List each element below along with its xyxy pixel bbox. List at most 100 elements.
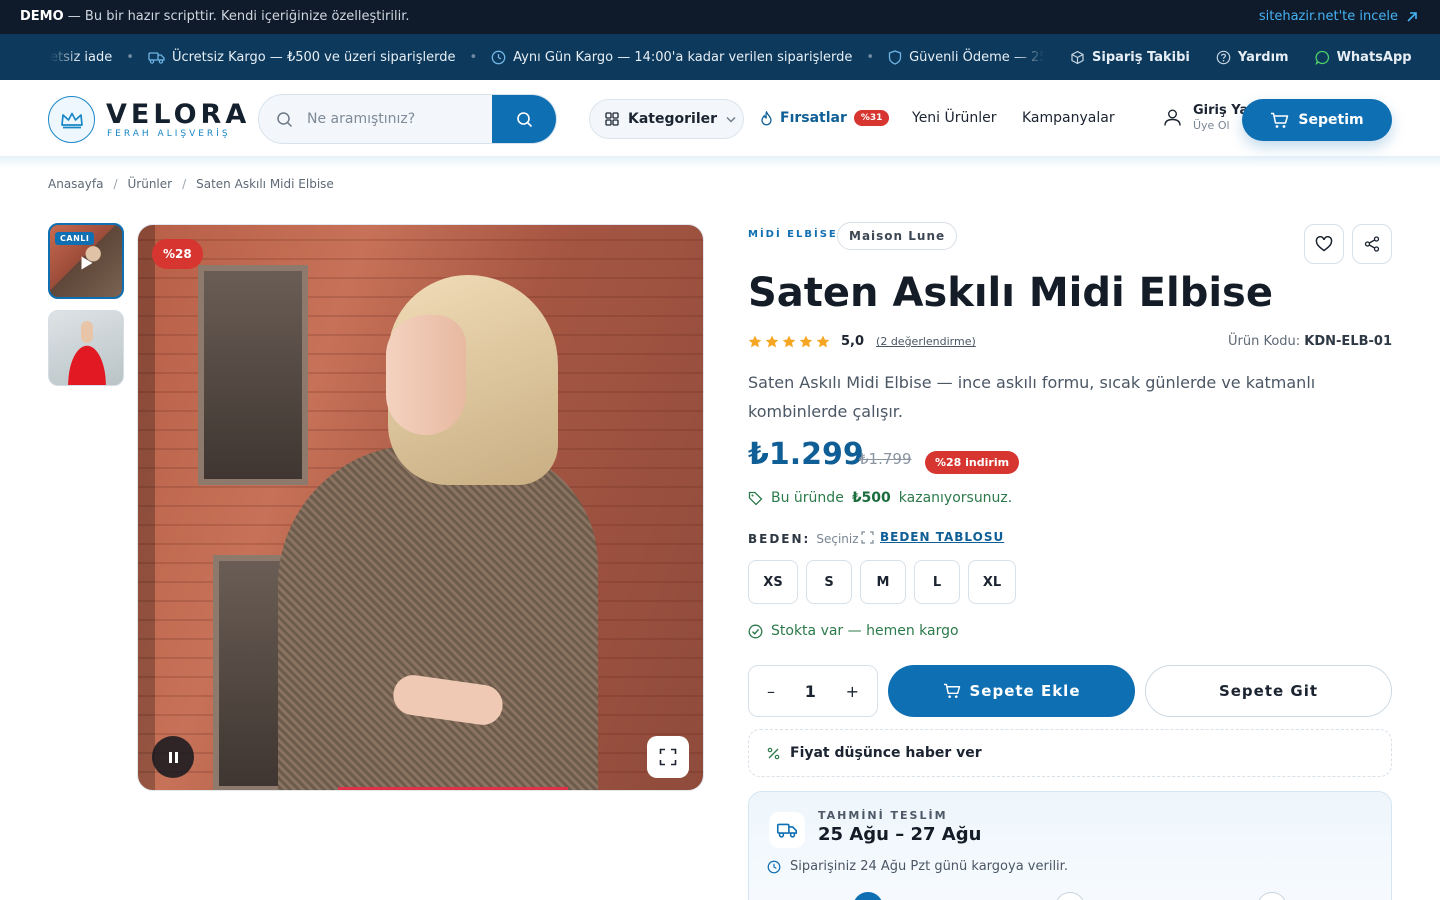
check-circle-icon xyxy=(748,624,763,639)
ticker-item: Ücretsiz Kargo — ₺500 ve üzeri siparişle… xyxy=(148,50,455,65)
size-option-xl[interactable]: XL xyxy=(968,560,1016,604)
old-price: ₺1.799 xyxy=(859,450,912,468)
deals-label: Fırsatlar xyxy=(780,110,847,126)
delivery-step xyxy=(1257,892,1287,900)
quantity-stepper: – 1 + xyxy=(748,665,878,717)
breadcrumb-home[interactable]: Anasayfa xyxy=(48,177,103,191)
order-tracking-link[interactable]: Sipariş Takibi xyxy=(1070,50,1190,65)
discount-badge: %28 indirim xyxy=(925,451,1020,474)
arrow-up-right-icon xyxy=(1406,11,1418,23)
crown-icon xyxy=(60,111,84,129)
breadcrumb-current: Saten Askılı Midi Elbise xyxy=(196,177,334,191)
size-chart-link[interactable]: BEDEN TABLOSU xyxy=(861,530,1004,544)
live-badge: CANLI xyxy=(55,232,95,245)
star-icon xyxy=(748,335,762,348)
share-button[interactable] xyxy=(1352,224,1392,264)
cart-label: Sepetim xyxy=(1298,112,1364,128)
wishlist-button[interactable] xyxy=(1304,224,1344,264)
heart-icon xyxy=(1315,236,1333,252)
increase-button[interactable]: + xyxy=(846,682,859,701)
product-category[interactable]: MİDİ ELBİSE xyxy=(748,229,838,240)
cart-button[interactable]: Sepetim xyxy=(1242,99,1392,141)
size-option-s[interactable]: S xyxy=(806,560,852,604)
info-links: Sipariş Takibi Yardım WhatsApp xyxy=(1070,34,1412,80)
size-label: BEDEN: Seçiniz xyxy=(748,532,859,546)
logo-name[interactable]: VELORA xyxy=(106,99,250,130)
demo-bar: DEMO — Bu bir hazır scripttir. Kendi içe… xyxy=(0,0,1440,34)
help-icon xyxy=(1216,50,1231,65)
cart-icon xyxy=(1270,112,1289,129)
go-to-cart-button[interactable]: Sepete Git xyxy=(1145,665,1392,717)
star-icon xyxy=(816,335,830,348)
categories-label: Kategoriler xyxy=(628,111,718,127)
current-price: ₺1.299 xyxy=(748,437,864,472)
brand-chip[interactable]: Maison Lune xyxy=(837,222,958,250)
breadcrumb-products[interactable]: Ürünler xyxy=(128,177,173,191)
product-title: Saten Askılı Midi Elbise xyxy=(748,270,1273,316)
percent-icon xyxy=(767,747,780,760)
pause-button[interactable] xyxy=(152,736,194,778)
stock-status: Stokta var — hemen kargo xyxy=(748,623,959,639)
nav-deals[interactable]: Fırsatlar %31 xyxy=(760,110,890,126)
clock-icon xyxy=(491,50,506,65)
video-progress xyxy=(338,787,568,790)
size-option-l[interactable]: L xyxy=(914,560,960,604)
add-to-cart-button[interactable]: Sepete Ekle xyxy=(888,665,1135,717)
clock-icon xyxy=(767,860,781,874)
logo-mark[interactable] xyxy=(48,96,95,143)
delivery-step xyxy=(853,892,883,900)
chat-icon xyxy=(1314,50,1330,65)
search-icon xyxy=(276,111,293,128)
user-icon xyxy=(1163,108,1182,127)
deals-badge: %31 xyxy=(853,110,890,126)
search-icon xyxy=(516,111,533,128)
nav-campaigns[interactable]: Kampanyalar xyxy=(1022,110,1115,126)
categories-button[interactable]: Kategoriler xyxy=(589,99,744,139)
star-icon xyxy=(765,335,779,348)
product-description: Saten Askılı Midi Elbise — ince askılı f… xyxy=(748,373,1316,421)
cart-icon xyxy=(943,683,961,699)
demo-link-label[interactable]: sitehazir.net'te incele xyxy=(1259,9,1398,24)
search-button[interactable] xyxy=(492,95,556,143)
decrease-button[interactable]: – xyxy=(767,682,775,701)
delivery-step xyxy=(1055,892,1085,900)
info-bar: etsiz iade • Ücretsiz Kargo — ₺500 ve üz… xyxy=(0,34,1440,80)
help-link[interactable]: Yardım xyxy=(1216,50,1289,65)
price-alert-button[interactable]: Fiyat düşünce haber ver xyxy=(748,729,1392,777)
reviews-link[interactable]: (2 değerlendirme) xyxy=(876,335,976,348)
size-selection-value: Seçiniz xyxy=(816,532,859,546)
product-main-media[interactable]: %28 xyxy=(137,224,704,791)
earn-note: Bu üründe ₺500 kazanıyorsunuz. xyxy=(748,490,1012,506)
expand-icon xyxy=(659,748,677,766)
tag-icon xyxy=(748,491,763,506)
breadcrumb: Anasayfa / Ürünler / Saten Askılı Midi E… xyxy=(48,177,334,191)
delivery-label: TAHMİNİ TESLİM xyxy=(818,809,948,822)
star-icon xyxy=(799,335,813,348)
logo-tagline: FERAH ALIŞVERİŞ xyxy=(107,129,231,139)
search-input[interactable] xyxy=(307,95,493,143)
search-box xyxy=(258,94,557,144)
quantity-value[interactable]: 1 xyxy=(805,682,816,701)
play-icon xyxy=(80,255,94,271)
delivery-estimate: TAHMİNİ TESLİM 25 Ağu – 27 Ağu Siparişin… xyxy=(748,791,1392,900)
demo-link[interactable]: sitehazir.net'te incele xyxy=(1259,9,1418,24)
nav-new-products[interactable]: Yeni Ürünler xyxy=(912,110,997,126)
product-rating: 5,0 (2 değerlendirme) xyxy=(748,334,976,349)
size-option-xs[interactable]: XS xyxy=(748,560,798,604)
whatsapp-link[interactable]: WhatsApp xyxy=(1314,50,1412,65)
share-icon xyxy=(1364,236,1380,252)
size-option-m[interactable]: M xyxy=(860,560,906,604)
rating-score: 5,0 xyxy=(841,334,865,349)
delivery-note: Siparişiniz 24 Ağu Pzt günü kargoya veri… xyxy=(767,859,1068,874)
truck-icon xyxy=(148,51,165,64)
box-icon xyxy=(1070,50,1085,65)
gallery-thumb-image[interactable] xyxy=(48,310,124,386)
gallery-thumb-video[interactable]: CANLI xyxy=(48,223,124,299)
announcement-ticker: etsiz iade • Ücretsiz Kargo — ₺500 ve üz… xyxy=(50,34,1044,80)
grid-icon xyxy=(605,112,619,126)
pause-icon xyxy=(168,751,179,764)
product-sku: Ürün Kodu: KDN-ELB-01 xyxy=(1228,334,1392,349)
fullscreen-button[interactable] xyxy=(647,736,689,778)
sku-label: Ürün Kodu: xyxy=(1227,334,1301,349)
sku-value: KDN-ELB-01 xyxy=(1304,334,1392,349)
